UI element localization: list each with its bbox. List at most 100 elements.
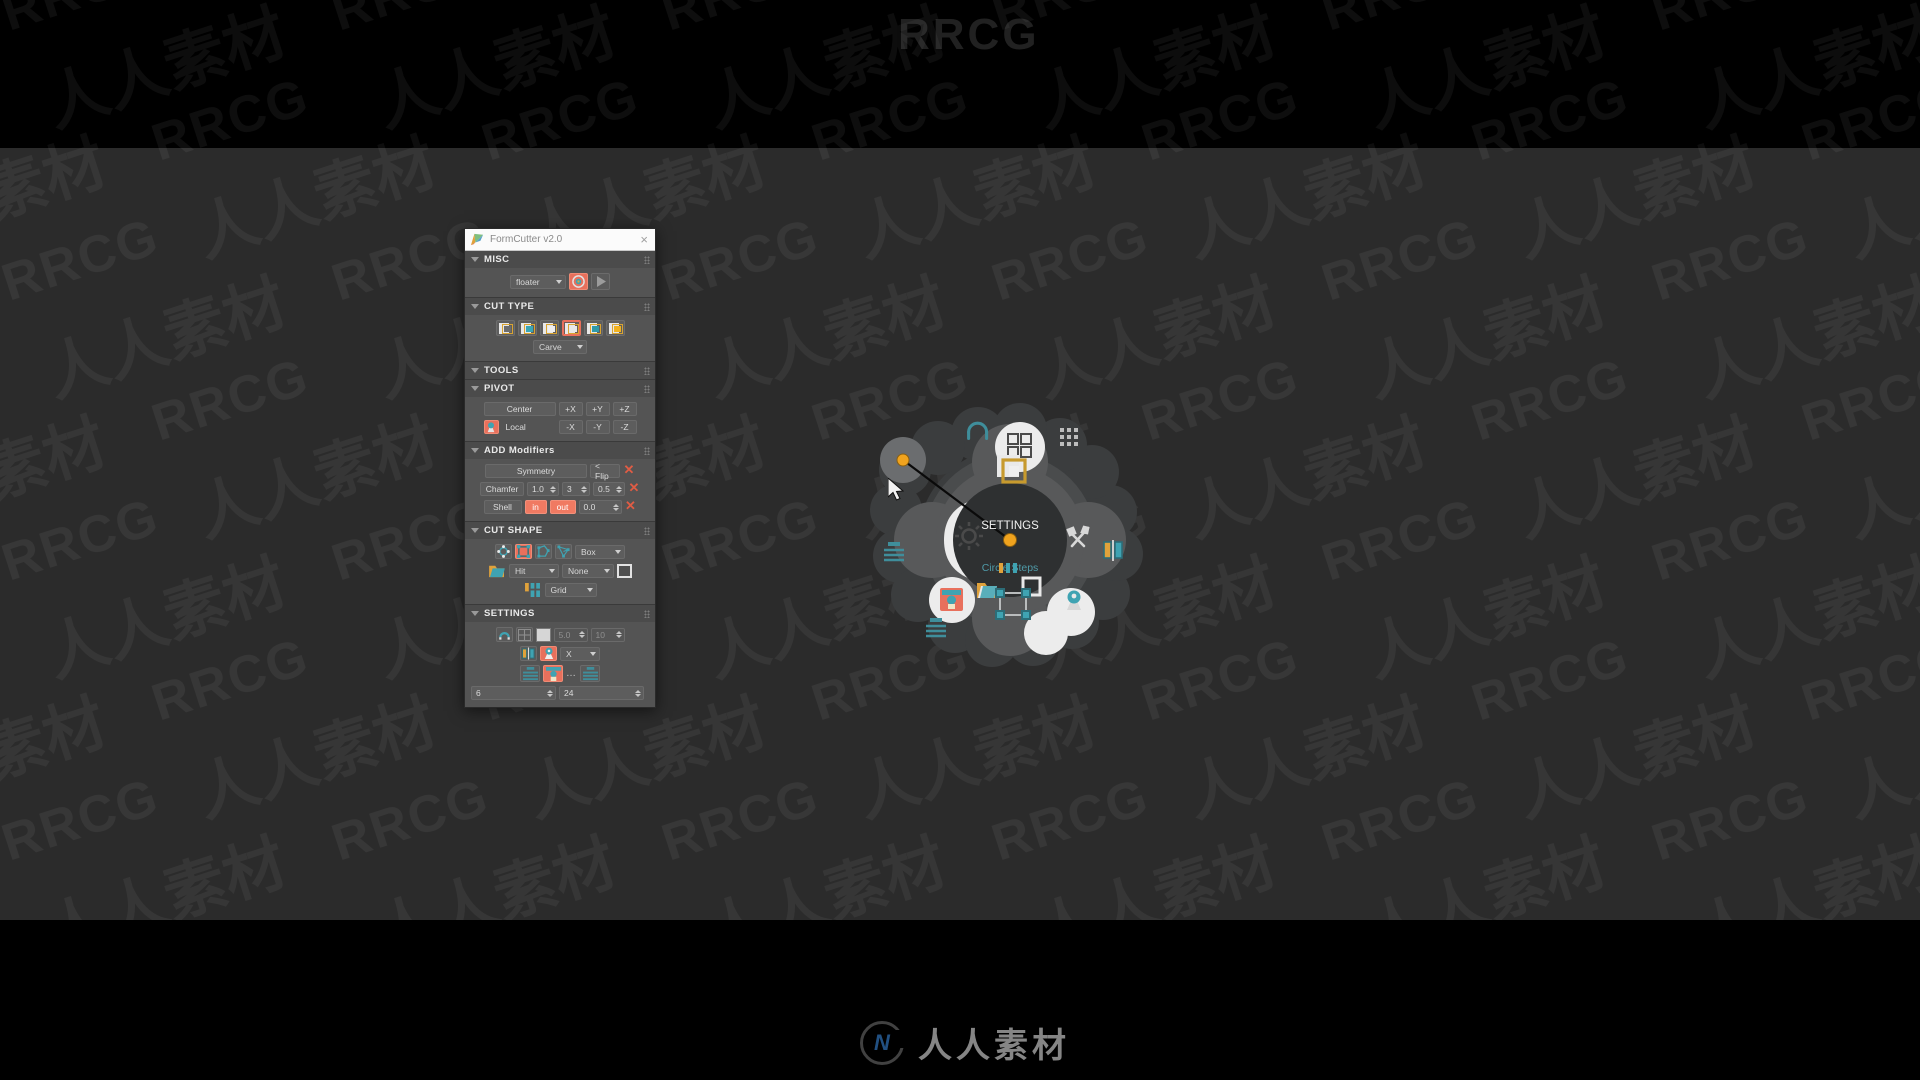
flip-button[interactable]: < Flip bbox=[590, 461, 620, 481]
section-header-cut-shape[interactable]: CUT SHAPE bbox=[465, 522, 655, 539]
stepper-arrows-icon[interactable] bbox=[615, 631, 622, 638]
drag-grip-icon[interactable] bbox=[644, 366, 650, 375]
cut-type-inset[interactable] bbox=[495, 320, 515, 336]
cut-type-mode-value: Carve bbox=[539, 342, 562, 352]
section-header-misc[interactable]: MISC bbox=[465, 251, 655, 268]
shell-in-toggle[interactable]: in bbox=[524, 500, 547, 514]
section-header-pivot[interactable]: PIVOT bbox=[465, 380, 655, 397]
remove-shell-icon[interactable]: ✕ bbox=[625, 499, 637, 513]
segments-value: 24 bbox=[564, 688, 574, 698]
shell-value-spinner[interactable]: 0.0 bbox=[578, 500, 622, 514]
symmetry-button[interactable]: Symmetry bbox=[485, 464, 587, 478]
shape-circle-icon[interactable] bbox=[495, 544, 512, 559]
cut-type-teal[interactable] bbox=[517, 320, 537, 336]
pivot-plus-y-button[interactable]: +Y bbox=[585, 402, 610, 416]
pin-icon[interactable] bbox=[483, 420, 499, 434]
cut-type-solid[interactable] bbox=[605, 320, 625, 336]
grid-bars-glyph bbox=[525, 582, 540, 597]
cut-type-teal-sm[interactable] bbox=[583, 320, 603, 336]
section-body-add-modifiers: Symmetry < Flip ✕ Chamfer 1.0 3 0.5 ✕ Sh… bbox=[465, 459, 655, 521]
array-top-icon[interactable] bbox=[520, 665, 540, 682]
section-header-add-modifiers[interactable]: ADD Modifiers bbox=[465, 442, 655, 459]
chevron-down-icon[interactable] bbox=[471, 257, 479, 262]
array-bot-icon[interactable] bbox=[580, 665, 600, 682]
none-dropdown[interactable]: None bbox=[562, 563, 614, 578]
grid-bars-icon[interactable] bbox=[524, 582, 542, 597]
section-header-tools[interactable]: TOOLS bbox=[465, 362, 655, 379]
pivot-plus-z-button[interactable]: +Z bbox=[612, 402, 637, 416]
drag-grip-icon[interactable] bbox=[644, 609, 650, 618]
chamfer-amount-spinner[interactable]: 1.0 bbox=[527, 482, 559, 496]
misc-mode-dropdown[interactable]: floater bbox=[510, 274, 566, 289]
drag-grip-icon[interactable] bbox=[644, 255, 650, 264]
shape-poly-icon[interactable] bbox=[535, 544, 552, 559]
hit-dropdown[interactable]: Hit bbox=[509, 563, 559, 578]
stepper-arrows-icon[interactable] bbox=[616, 485, 622, 493]
segments-spinner[interactable]: 24 bbox=[559, 686, 644, 700]
chevron-down-icon[interactable] bbox=[471, 304, 479, 309]
drag-grip-icon[interactable] bbox=[644, 384, 650, 393]
folder-icon[interactable] bbox=[488, 563, 506, 578]
cut-type-white[interactable] bbox=[539, 320, 559, 336]
shell-button[interactable]: Shell bbox=[483, 500, 522, 514]
chamfer-extra-spinner[interactable]: 0.5 bbox=[593, 482, 625, 496]
pivot-center-button[interactable]: Center bbox=[483, 402, 556, 416]
pivot-plus-x-button[interactable]: +X bbox=[558, 402, 583, 416]
formcutter-panel[interactable]: FormCutter v2.0 × MISC floater CUT TYPE … bbox=[464, 228, 656, 708]
panel-titlebar[interactable]: FormCutter v2.0 × bbox=[465, 229, 655, 251]
steps-spinner[interactable]: 10 bbox=[590, 627, 625, 642]
chevron-down-icon[interactable] bbox=[471, 528, 479, 533]
radial-petals[interactable] bbox=[860, 390, 1160, 690]
section-title-cut-shape: CUT SHAPE bbox=[484, 525, 543, 536]
quad-grid-icon[interactable] bbox=[515, 627, 533, 642]
chamfer-segments-spinner[interactable]: 3 bbox=[562, 482, 590, 496]
shell-out-toggle[interactable]: out bbox=[549, 500, 576, 514]
outline-swatch[interactable] bbox=[617, 563, 632, 578]
drag-grip-icon[interactable] bbox=[644, 446, 650, 455]
array-mid-icon[interactable] bbox=[543, 665, 563, 682]
misc-mode-value: floater bbox=[516, 276, 540, 287]
cut-type-carve[interactable] bbox=[561, 320, 581, 336]
stepper-arrows-icon[interactable] bbox=[581, 485, 587, 493]
stepper-arrows-icon[interactable] bbox=[550, 485, 556, 493]
pin-icon[interactable] bbox=[540, 646, 557, 661]
cut-type-fill bbox=[547, 326, 555, 332]
grid-dropdown[interactable]: Grid bbox=[544, 582, 597, 597]
circle-steps-spinner[interactable]: 6 bbox=[471, 686, 556, 700]
drag-grip-icon[interactable] bbox=[644, 302, 650, 311]
pivot-minus-x-button[interactable]: -X bbox=[558, 420, 583, 434]
cut-shape-dropdown[interactable]: Box bbox=[575, 544, 625, 559]
chevron-down-icon[interactable] bbox=[471, 386, 479, 391]
chevron-down-icon[interactable] bbox=[471, 448, 479, 453]
close-icon[interactable]: × bbox=[638, 233, 650, 246]
drag-grip-icon[interactable] bbox=[644, 526, 650, 535]
cut-type-mode-dropdown[interactable]: Carve bbox=[533, 340, 587, 354]
chevron-down-icon[interactable] bbox=[471, 611, 479, 616]
play-icon[interactable] bbox=[591, 273, 610, 290]
target-icon[interactable] bbox=[569, 273, 588, 290]
misc-row: floater bbox=[510, 273, 610, 290]
chevron-down-icon[interactable] bbox=[471, 368, 479, 373]
stepper-arrows-icon[interactable] bbox=[612, 503, 619, 511]
chamfer-button[interactable]: Chamfer bbox=[480, 482, 524, 496]
shape-mesh-icon[interactable] bbox=[555, 544, 572, 559]
shape-box-icon[interactable] bbox=[515, 544, 532, 559]
color-swatch[interactable] bbox=[535, 627, 551, 642]
pivot-minus-y-button[interactable]: -Y bbox=[585, 420, 610, 434]
section-header-cut-type[interactable]: CUT TYPE bbox=[465, 298, 655, 315]
axis-dropdown[interactable]: X bbox=[560, 646, 600, 661]
watermark-cn: 人人素材 bbox=[696, 0, 955, 142]
magnet-icon[interactable] bbox=[495, 627, 513, 642]
stepper-arrows-icon[interactable] bbox=[578, 631, 585, 638]
size-value: 5.0 bbox=[558, 629, 571, 640]
mirror-icon[interactable] bbox=[520, 646, 537, 661]
size-spinner[interactable]: 5.0 bbox=[553, 627, 588, 642]
pivot-local-label[interactable]: Local bbox=[502, 420, 556, 434]
pivot-minus-z-button[interactable]: -Z bbox=[612, 420, 637, 434]
remove-chamfer-icon[interactable]: ✕ bbox=[628, 481, 640, 495]
section-header-settings[interactable]: SETTINGS bbox=[465, 605, 655, 622]
remove-symmetry-icon[interactable]: ✕ bbox=[623, 463, 635, 477]
radial-marking-menu[interactable]: SETTINGS Circle Steps bbox=[860, 390, 1160, 690]
stepper-arrows-icon[interactable] bbox=[547, 689, 553, 697]
stepper-arrows-icon[interactable] bbox=[635, 689, 641, 697]
